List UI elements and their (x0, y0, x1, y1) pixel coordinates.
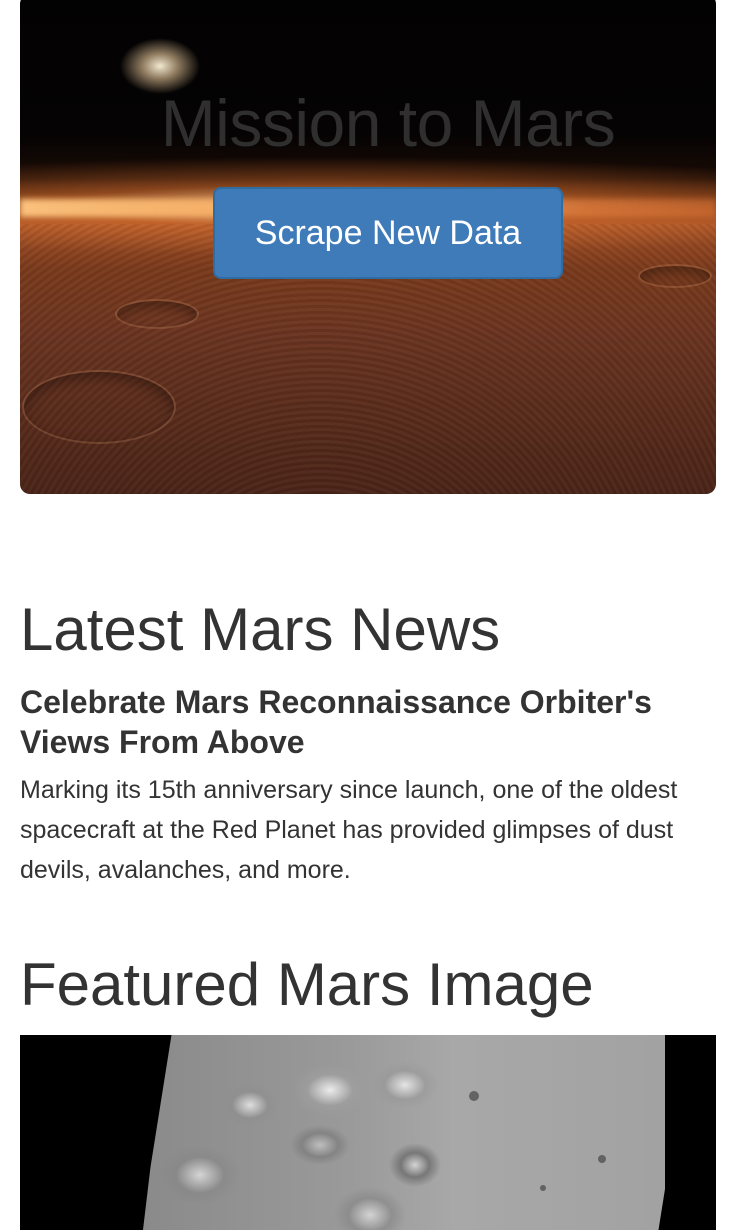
hero-crater (638, 264, 712, 288)
scrape-new-data-button[interactable]: Scrape New Data (213, 187, 563, 279)
featured-image-crater (598, 1155, 606, 1163)
news-teaser: Marking its 15th anniversary since launc… (20, 776, 678, 884)
hero-jumbotron: Mission to Mars Scrape New Data (20, 0, 716, 494)
page: Mission to Mars Scrape New Data Latest M… (0, 0, 734, 1230)
hero-crater (22, 370, 176, 444)
hero-crater (115, 299, 199, 329)
page-title: Mission to Mars (160, 86, 616, 160)
featured-image-crater (540, 1185, 546, 1191)
latest-news-heading: Latest Mars News (20, 596, 501, 663)
featured-image-surface (140, 1035, 665, 1230)
featured-mars-image (20, 1035, 716, 1230)
featured-image-crater (469, 1091, 479, 1101)
featured-image-heading: Featured Mars Image (20, 951, 594, 1018)
news-headline: Celebrate Mars Reconnaissance Orbiter's … (20, 684, 652, 760)
